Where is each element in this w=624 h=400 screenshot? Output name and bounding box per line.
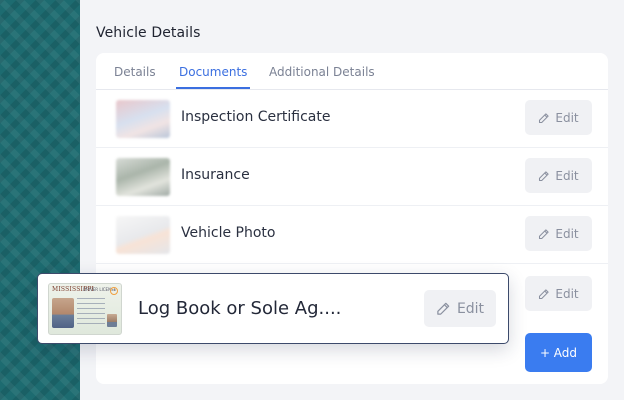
document-row-vehicle-photo: Vehicle Photo Edit bbox=[96, 206, 608, 264]
edit-button-label: Edit bbox=[555, 110, 579, 125]
edit-button-label: Edit bbox=[555, 168, 579, 183]
driver-license-thumbnail: MISSISSIPPI DRIVER LICENSE bbox=[48, 283, 122, 335]
pencil-icon bbox=[539, 288, 550, 299]
edit-button-label: Edit bbox=[555, 286, 579, 301]
pencil-icon bbox=[539, 228, 550, 239]
edit-button[interactable]: Edit bbox=[525, 216, 592, 251]
pencil-icon bbox=[437, 302, 450, 315]
add-document-button[interactable]: + Add bbox=[525, 333, 592, 372]
license-photo bbox=[52, 298, 74, 328]
license-logo-icon bbox=[110, 287, 118, 295]
edit-button[interactable]: Edit bbox=[525, 100, 592, 135]
edit-button-label: Edit bbox=[555, 226, 579, 241]
tab-bar: Details Documents Additional Details bbox=[96, 53, 608, 90]
dragged-document-label: Log Book or Sole Ag.... bbox=[138, 298, 342, 319]
document-thumbnail bbox=[116, 158, 170, 196]
tab-additional-details[interactable]: Additional Details bbox=[269, 65, 375, 87]
document-row-inspection-certificate: Inspection Certificate Edit bbox=[96, 90, 608, 148]
document-label: Vehicle Photo bbox=[181, 225, 276, 241]
edit-button[interactable]: Edit bbox=[424, 290, 496, 327]
edit-button[interactable]: Edit bbox=[525, 158, 592, 193]
document-row-insurance: Insurance Edit bbox=[96, 148, 608, 206]
document-thumbnail bbox=[116, 216, 170, 254]
tab-documents[interactable]: Documents bbox=[176, 65, 251, 89]
pencil-icon bbox=[539, 112, 550, 123]
document-thumbnail bbox=[116, 100, 170, 138]
license-mini-photo bbox=[107, 314, 117, 327]
tab-details[interactable]: Details bbox=[114, 65, 156, 87]
edit-button-label: Edit bbox=[456, 300, 485, 317]
document-label: Insurance bbox=[181, 167, 250, 183]
edit-button[interactable]: Edit bbox=[525, 276, 592, 311]
page-title: Vehicle Details bbox=[96, 25, 201, 41]
license-text-lines bbox=[77, 298, 105, 326]
pencil-icon bbox=[539, 170, 550, 181]
document-label: Inspection Certificate bbox=[181, 109, 331, 125]
dragged-document-card[interactable]: MISSISSIPPI DRIVER LICENSE Log Book or S… bbox=[37, 273, 509, 344]
